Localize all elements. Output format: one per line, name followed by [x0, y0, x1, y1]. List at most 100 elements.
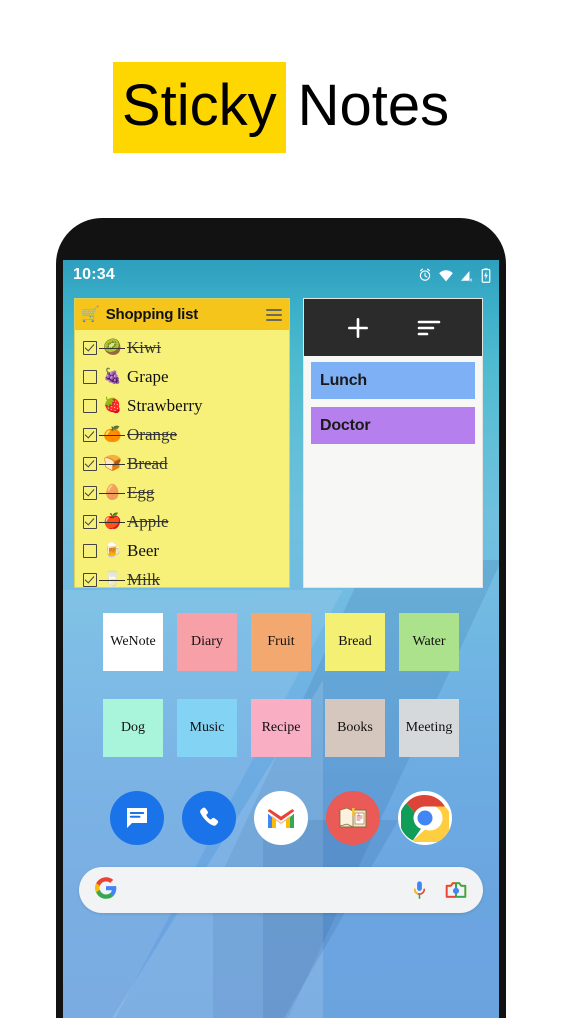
tile-label: Recipe — [261, 719, 301, 735]
title-plain: Notes — [297, 73, 450, 138]
checkbox-icon[interactable] — [83, 427, 97, 442]
tile-label: Bread — [338, 633, 372, 649]
item-emoji-icon: 🍺 — [103, 542, 122, 559]
gmail-app-icon[interactable] — [254, 791, 308, 845]
checkbox-icon[interactable] — [83, 369, 97, 384]
checkbox-icon[interactable] — [83, 543, 97, 558]
note-tile-music[interactable]: Music — [177, 699, 237, 757]
status-bar: 10:34 x — [63, 260, 499, 290]
checkbox-icon[interactable] — [83, 456, 97, 471]
phone-frame: 10:34 x 🛒 Shopping list 🥝 Kiwi 🍇 Grape 🍓… — [56, 218, 506, 1018]
google-search-bar[interactable] — [79, 867, 483, 913]
list-item[interactable]: 🍺 Beer — [75, 536, 289, 565]
item-label: Beer — [127, 540, 160, 560]
item-label: Apple — [127, 511, 169, 531]
google-lens-camera-icon[interactable] — [445, 880, 467, 900]
home-tiles-row-1: WeNote Diary Fruit Bread Water — [63, 613, 499, 671]
note-label: Lunch — [320, 371, 367, 389]
item-label: Egg — [127, 482, 155, 502]
note-label: Doctor — [320, 416, 371, 434]
tile-label: Meeting — [405, 719, 453, 735]
note-tile-meeting[interactable]: Meeting — [399, 699, 459, 757]
list-item[interactable]: 🥝 Kiwi — [75, 333, 289, 362]
signal-no-sim-icon: x — [460, 269, 475, 282]
messages-app-icon[interactable] — [110, 791, 164, 845]
note-tile-diary[interactable]: Diary — [177, 613, 237, 671]
tile-label: Music — [189, 719, 225, 735]
shopping-list-items: 🥝 Kiwi 🍇 Grape 🍓 Strawberry 🍊 Orange 🍞 B… — [75, 330, 289, 587]
status-clock: 10:34 — [73, 266, 115, 283]
widget-row: 🛒 Shopping list 🥝 Kiwi 🍇 Grape 🍓 Strawbe… — [63, 290, 499, 588]
list-item[interactable]: 🍊 Orange — [75, 420, 289, 449]
phone-screen: 10:34 x 🛒 Shopping list 🥝 Kiwi 🍇 Grape 🍓… — [63, 260, 499, 1018]
wallpaper-facet — [263, 820, 499, 1018]
tile-label: Dog — [120, 719, 146, 735]
note-tile-fruit[interactable]: Fruit — [251, 613, 311, 671]
wifi-icon — [438, 269, 454, 282]
list-item[interactable]: 🍇 Grape — [75, 362, 289, 391]
notes-list: Lunch Doctor — [304, 356, 482, 587]
note-tile-recipe[interactable]: Recipe — [251, 699, 311, 757]
hamburger-menu-icon[interactable] — [266, 308, 282, 321]
tile-label: Fruit — [267, 633, 295, 649]
note-tile-dog[interactable]: Dog — [103, 699, 163, 757]
item-emoji-icon: 🥝 — [99, 339, 125, 356]
item-emoji-icon: 🍇 — [103, 368, 122, 385]
item-emoji-icon: 🍎 — [99, 513, 125, 530]
note-item-doctor[interactable]: Doctor — [311, 407, 475, 444]
checkbox-icon[interactable] — [83, 340, 97, 355]
tile-label: WeNote — [110, 633, 156, 649]
note-tile-books[interactable]: Books — [325, 699, 385, 757]
title-text: Sticky Notes — [112, 62, 450, 153]
item-label: Orange — [127, 424, 178, 444]
item-emoji-icon: 🍓 — [103, 397, 122, 414]
tile-label: Books — [337, 719, 373, 735]
item-label: Strawberry — [127, 395, 203, 415]
note-item-lunch[interactable]: Lunch — [311, 362, 475, 399]
item-label: Grape — [127, 366, 169, 386]
battery-charging-icon — [481, 267, 491, 283]
shopping-list-title: Shopping list — [105, 306, 199, 323]
item-label: Kiwi — [127, 337, 161, 357]
search-input[interactable] — [117, 881, 410, 899]
shopping-cart-icon: 🛒 — [81, 306, 100, 323]
page-title: Sticky Notes — [0, 62, 562, 153]
status-icon-group: x — [418, 267, 491, 283]
list-item[interactable]: 🥛 Milk — [75, 565, 289, 587]
svg-text:x: x — [469, 277, 472, 282]
list-item[interactable]: 🍞 Bread — [75, 449, 289, 478]
list-item[interactable]: 🥚 Egg — [75, 478, 289, 507]
list-item[interactable]: 🍎 Apple — [75, 507, 289, 536]
item-label: Bread — [127, 453, 168, 473]
checkbox-icon[interactable] — [83, 514, 97, 529]
note-tile-water[interactable]: Water — [399, 613, 459, 671]
checkbox-icon[interactable] — [83, 485, 97, 500]
list-item[interactable]: 🍓 Strawberry — [75, 391, 289, 420]
dictionary-app-icon[interactable]: A — [326, 791, 380, 845]
home-tiles-row-2: Dog Music Recipe Books Meeting — [63, 699, 499, 757]
note-tile-wenote[interactable]: WeNote — [103, 613, 163, 671]
plus-icon[interactable] — [345, 315, 371, 341]
item-emoji-icon: 🥛 — [99, 571, 125, 587]
item-label: Milk — [127, 569, 161, 588]
chrome-app-icon[interactable] — [398, 791, 452, 845]
item-emoji-icon: 🥚 — [99, 484, 125, 501]
shopping-list-widget[interactable]: 🛒 Shopping list 🥝 Kiwi 🍇 Grape 🍓 Strawbe… — [74, 298, 290, 588]
notes-widget-toolbar — [304, 299, 482, 356]
phone-app-icon[interactable] — [182, 791, 236, 845]
tile-label: Water — [412, 633, 446, 649]
tile-label: Diary — [191, 633, 223, 649]
app-dock: A — [63, 791, 499, 845]
checkbox-icon[interactable] — [83, 572, 97, 587]
microphone-icon[interactable] — [410, 880, 429, 901]
search-action-group — [410, 880, 467, 901]
item-emoji-icon: 🍞 — [99, 455, 125, 472]
alarm-icon — [418, 268, 432, 282]
note-tile-bread[interactable]: Bread — [325, 613, 385, 671]
title-highlight: Sticky — [112, 62, 286, 153]
notes-widget[interactable]: Lunch Doctor — [303, 298, 483, 588]
shopping-list-header: 🛒 Shopping list — [75, 299, 289, 330]
sort-icon[interactable] — [417, 319, 441, 337]
checkbox-icon[interactable] — [83, 398, 97, 413]
google-g-icon — [95, 876, 117, 904]
